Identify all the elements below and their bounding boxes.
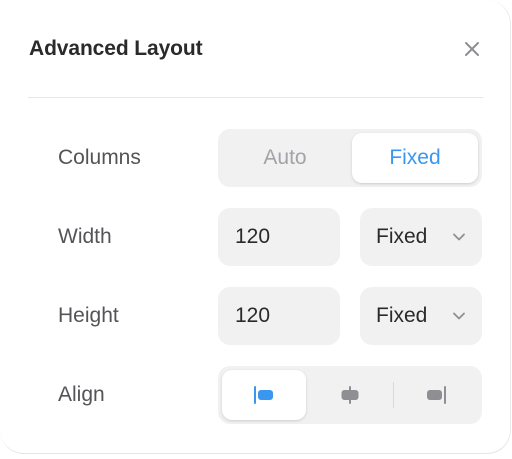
height-input[interactable]: 120 (218, 287, 340, 345)
height-mode-value: Fixed (376, 304, 428, 327)
columns-segmented-control: Auto Fixed (218, 129, 482, 187)
columns-label: Columns (58, 146, 141, 169)
align-label: Align (58, 383, 105, 406)
advanced-layout-dialog: Advanced Layout Columns Auto Fixed Width… (0, 0, 511, 454)
columns-option-fixed[interactable]: Fixed (352, 133, 478, 183)
dialog-title: Advanced Layout (29, 37, 203, 60)
header-divider (28, 97, 483, 98)
align-right-button[interactable] (394, 370, 478, 420)
width-mode-value: Fixed (376, 225, 428, 248)
height-mode-select[interactable]: Fixed (360, 287, 482, 345)
chevron-down-icon (453, 312, 465, 320)
align-segmented-control (218, 366, 482, 424)
width-label: Width (58, 225, 112, 248)
width-mode-select[interactable]: Fixed (360, 208, 482, 266)
close-icon (465, 42, 479, 56)
height-label: Height (58, 304, 119, 327)
columns-option-auto[interactable]: Auto (222, 133, 348, 183)
width-input[interactable]: 120 (218, 208, 340, 266)
align-left-icon (254, 386, 273, 404)
close-button[interactable] (461, 38, 483, 60)
align-center-button[interactable] (308, 370, 392, 420)
align-left-button[interactable] (222, 370, 306, 420)
align-right-icon (427, 386, 446, 404)
chevron-down-icon (453, 233, 465, 241)
align-center-icon (341, 386, 359, 404)
